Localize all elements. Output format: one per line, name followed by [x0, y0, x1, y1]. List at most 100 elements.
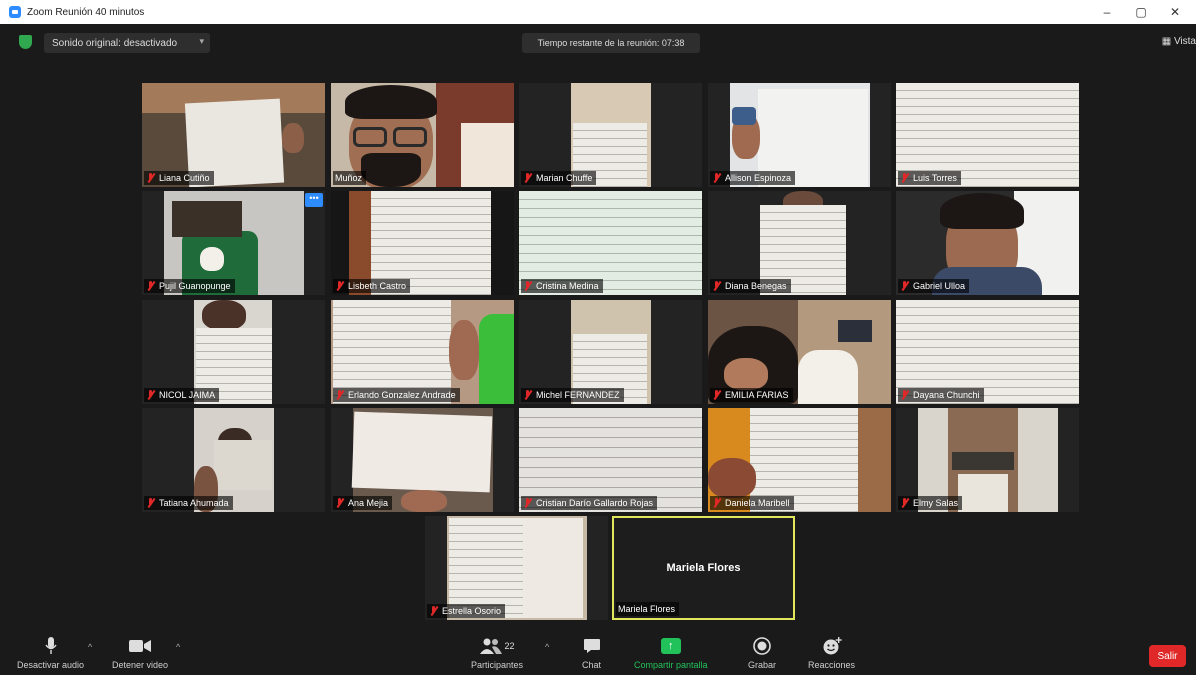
video-tile[interactable]: Elmy Salas [896, 408, 1079, 512]
participant-name-tag: Cristian Darío Gallardo Rojas [521, 496, 658, 510]
chevron-down-icon[interactable]: ▾ [199, 36, 204, 47]
meeting-time-remaining: Tiempo restante de la reunión: 07:38 [522, 33, 700, 53]
chat-button[interactable]: Chat [582, 636, 601, 670]
muted-mic-icon [146, 498, 155, 508]
muted-mic-icon [523, 281, 532, 291]
participant-name-tag: Marian Chuffe [521, 171, 597, 185]
video-tile[interactable]: Daniela Maribell [708, 408, 891, 512]
minimize-button[interactable]: – [1090, 5, 1124, 19]
zoom-app-icon [9, 6, 21, 18]
audio-options-chevron-icon[interactable]: ^ [88, 642, 92, 652]
view-button[interactable]: ▦ Vista [1162, 36, 1196, 47]
participant-name-tag: Ana Mejia [333, 496, 393, 510]
video-tile[interactable]: Gabriel Ulloa [896, 191, 1079, 295]
reactions-button[interactable]: Reacciones [808, 636, 855, 670]
participant-name: Diana Benegas [725, 281, 787, 291]
participant-name: Cristina Medina [536, 281, 599, 291]
participants-label: Participantes [471, 660, 524, 670]
participants-button[interactable]: 22 Participantes [471, 636, 523, 670]
video-tile[interactable]: Michel FERNANDEZ [519, 300, 702, 404]
video-tile[interactable]: Muñoz [331, 83, 514, 187]
video-camera-icon [129, 636, 152, 656]
muted-mic-icon [146, 281, 155, 291]
participant-name-tag: Gabriel Ulloa [898, 279, 970, 293]
security-shield-icon[interactable] [19, 35, 32, 49]
video-tile[interactable]: Cristina Medina [519, 191, 702, 295]
close-button[interactable]: ✕ [1158, 5, 1192, 19]
video-tile[interactable]: Allison Espinoza [708, 83, 891, 187]
video-tile[interactable]: Liana Cutiño [142, 83, 325, 187]
video-tile[interactable]: ••• Pujil Guanopunge [142, 191, 325, 295]
mute-audio-button[interactable]: Desactivar audio [17, 636, 84, 670]
video-options-chevron-icon[interactable]: ^ [176, 642, 180, 652]
participant-name: Luis Torres [913, 173, 957, 183]
participant-name: Tatiana Ahumada [159, 498, 229, 508]
participant-name: NICOL JAIMA [159, 390, 216, 400]
muted-mic-icon [523, 390, 532, 400]
video-tile[interactable]: Luis Torres [896, 83, 1079, 187]
video-tile[interactable]: Lisbeth Castro [331, 191, 514, 295]
stop-video-button[interactable]: Detener video [112, 636, 168, 670]
participants-icon: 22 [479, 636, 515, 656]
original-sound-toggle[interactable]: Sonido original: desactivado ▾ [44, 33, 210, 53]
video-tile[interactable]: Ana Mejia [331, 408, 514, 512]
chat-label: Chat [582, 660, 602, 670]
participant-name: Daniela Maribell [725, 498, 790, 508]
original-sound-label: Sonido original: desactivado [52, 37, 178, 49]
muted-mic-icon [900, 390, 909, 400]
muted-mic-icon [335, 498, 344, 508]
video-tile[interactable]: Cristian Darío Gallardo Rojas [519, 408, 702, 512]
emoji-plus-icon [822, 636, 842, 656]
window-title: Zoom Reunión 40 minutos [27, 6, 145, 18]
video-tile[interactable]: Estrella Osorio [425, 516, 608, 620]
reactions-label: Reacciones [808, 660, 856, 670]
participant-name-tag: Michel FERNANDEZ [521, 388, 624, 402]
participant-name-tag: Daniela Maribell [710, 496, 794, 510]
muted-mic-icon [523, 498, 532, 508]
participant-name-tag: Elmy Salas [898, 496, 963, 510]
share-screen-icon: ↑ [660, 636, 681, 656]
participant-name-tag: Diana Benegas [710, 279, 791, 293]
chat-bubble-icon [583, 636, 601, 656]
participant-name: Liana Cutiño [159, 173, 210, 183]
participant-name-tag: NICOL JAIMA [144, 388, 220, 402]
record-icon [753, 636, 771, 656]
tile-more-button[interactable]: ••• [305, 193, 323, 207]
video-tile[interactable]: Dayana Chunchi [896, 300, 1079, 404]
participant-name: Michel FERNANDEZ [536, 390, 620, 400]
participant-name: Erlando Gonzalez Andrade [348, 390, 456, 400]
video-tile[interactable]: NICOL JAIMA [142, 300, 325, 404]
muted-mic-icon [712, 390, 721, 400]
share-screen-button[interactable]: ↑ Compartir pantalla [634, 636, 708, 670]
maximize-button[interactable]: ▢ [1124, 5, 1158, 19]
participant-name: Gabriel Ulloa [913, 281, 966, 291]
participant-name-tag: Erlando Gonzalez Andrade [333, 388, 460, 402]
meeting-topbar: Sonido original: desactivado ▾ Tiempo re… [0, 24, 1196, 60]
muted-mic-icon [335, 281, 344, 291]
video-tile[interactable]: Diana Benegas [708, 191, 891, 295]
leave-meeting-button[interactable]: Salir [1149, 645, 1186, 667]
video-tile[interactable]: Marian Chuffe [519, 83, 702, 187]
muted-mic-icon [429, 606, 438, 616]
active-speaker-name: Mariela Flores [666, 562, 741, 574]
participant-name: Pujil Guanopunge [159, 281, 231, 291]
video-tile[interactable]: Tatiana Ahumada [142, 408, 325, 512]
mute-audio-label: Desactivar audio [17, 660, 85, 670]
meeting-toolbar: Desactivar audio ^ Detener video ^ 22 Pa… [0, 630, 1196, 675]
video-tile[interactable]: EMILIA FARIAS [708, 300, 891, 404]
video-gallery: Liana Cutiño Muñoz Marian Chuffe Allison… [0, 60, 1196, 630]
participant-name: Mariela Flores [618, 604, 676, 614]
participant-name-tag: Lisbeth Castro [333, 279, 411, 293]
participants-options-chevron-icon[interactable]: ^ [545, 642, 549, 652]
participant-name-tag: Mariela Flores [616, 602, 680, 616]
participant-name-tag: Pujil Guanopunge [144, 279, 235, 293]
window-titlebar: Zoom Reunión 40 minutos – ▢ ✕ [0, 0, 1196, 24]
muted-mic-icon [712, 173, 721, 183]
video-tile[interactable]: Erlando Gonzalez Andrade [331, 300, 514, 404]
record-button[interactable]: Grabar [748, 636, 776, 670]
active-speaker-tile[interactable]: Mariela Flores Mariela Flores [612, 516, 795, 620]
participant-name: Allison Espinoza [725, 173, 792, 183]
muted-mic-icon [712, 498, 721, 508]
participant-name: Ana Mejia [348, 498, 389, 508]
share-screen-label: Compartir pantalla [634, 660, 708, 670]
